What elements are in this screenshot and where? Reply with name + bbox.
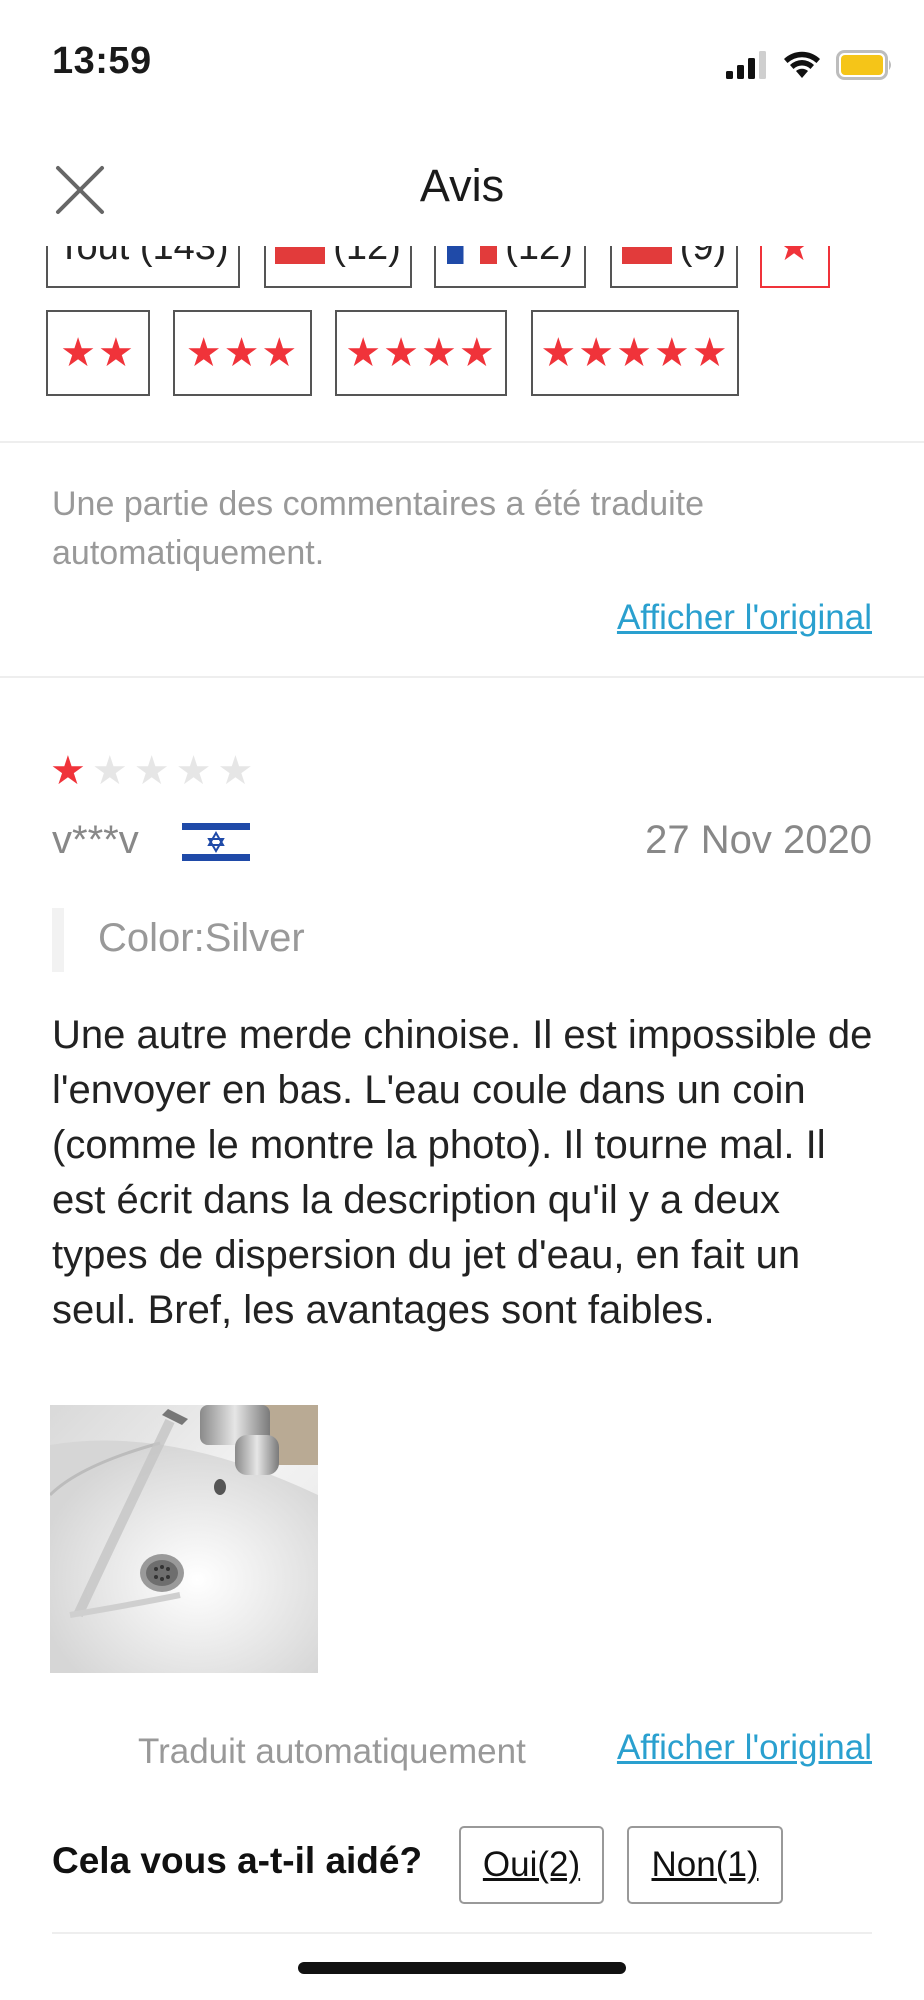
filter-chip-label: (12) [333,246,401,268]
review-text: Une autre merde chinoise. Il est impossi… [52,1013,873,1332]
star-rating-icons: ★★★★ [345,331,497,375]
page-title: Avis [419,160,505,211]
variant-bar [52,908,64,972]
star-empty-icon: ★ [175,749,212,793]
cellular-signal-icon [726,51,766,79]
filter-chip-2-stars[interactable]: ★★ [46,310,150,396]
divider [0,676,924,678]
star-filled-icon: ★ [50,749,86,793]
sink-photo-image [50,1405,318,1673]
review-photo[interactable] [50,1405,318,1673]
israel-flag-icon [182,820,250,864]
star-empty-icon: ★ [133,749,170,793]
flag-icon [621,246,672,264]
flag-icon [447,246,498,264]
filter-chip-5-stars[interactable]: ★★★★★ [531,310,739,396]
product-variant: Color:Silver [98,916,305,960]
review-show-original-link[interactable]: Afficher l'original [617,1728,872,1768]
filter-chip-all[interactable]: Tout (143) [46,246,240,288]
filter-row-1: Tout (143) (12) (12) (9) ★ [0,246,924,288]
filter-chip-label: Tout (143) [57,246,229,268]
filter-chip-country-3[interactable]: (9) [610,246,738,288]
helpful-yes-button[interactable]: Oui(2) [459,1826,604,1904]
review-rating: ★ ★ ★ ★ ★ [50,748,253,794]
divider [0,441,924,443]
star-rating-icons: ★★ [60,331,136,375]
status-icons [726,48,894,82]
flag-icon [275,246,326,264]
battery-icon [836,50,891,80]
wifi-icon [784,51,820,78]
filter-chip-label: (12) [505,246,573,268]
show-original-link[interactable]: Afficher l'original [617,598,872,638]
status-time: 13:59 [52,40,152,82]
filter-chip-1-star[interactable]: ★ [760,246,830,288]
star-rating-icons: ★★★★★ [540,331,730,375]
auto-translated-note: Traduit automatiquement [138,1732,526,1771]
reviewer-name: v***v [52,818,139,862]
divider [52,1932,872,1934]
filter-chip-3-stars[interactable]: ★★★ [173,310,312,396]
helpful-no-button[interactable]: Non(1) [627,1826,783,1904]
star-icon: ★ [776,246,814,269]
review-date: 27 Nov 2020 [645,818,872,862]
filter-chip-country-2[interactable]: (12) [434,246,586,288]
home-indicator[interactable] [298,1962,626,1974]
star-empty-icon: ★ [217,749,254,793]
helpful-question: Cela vous a-t-il aidé? [52,1840,423,1881]
filter-chip-country-1[interactable]: (12) [264,246,412,288]
star-empty-icon: ★ [91,749,128,793]
star-rating-icons: ★★★ [185,331,300,375]
translation-notice: Une partie des commentaires a été tradui… [52,485,705,572]
filter-chip-label: (9) [679,246,727,268]
filter-chip-4-stars[interactable]: ★★★★ [335,310,507,396]
